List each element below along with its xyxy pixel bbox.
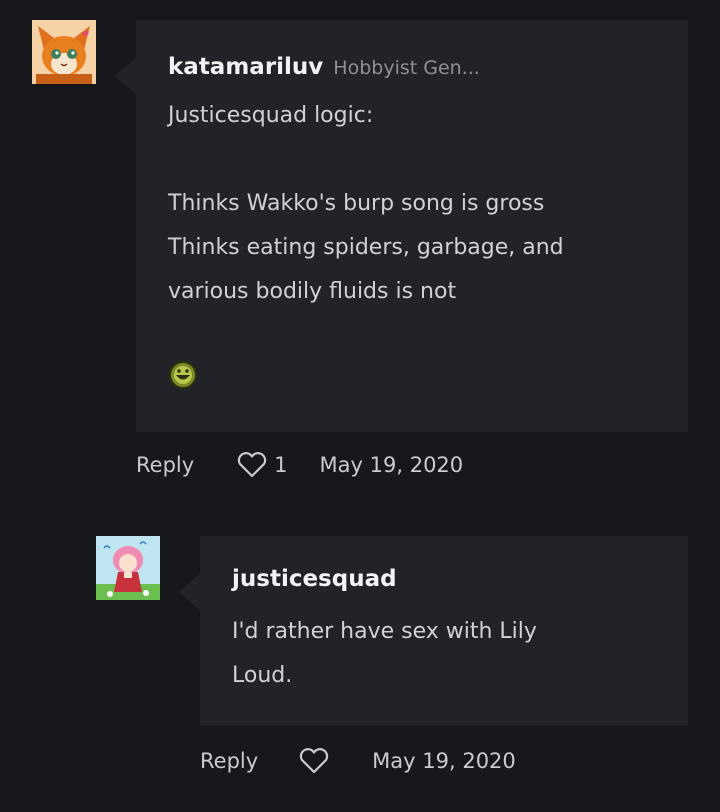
- reply-button[interactable]: Reply: [136, 453, 194, 477]
- user-avatar[interactable]: [32, 20, 96, 84]
- reply-button[interactable]: Reply: [200, 749, 258, 773]
- heart-icon: [298, 747, 330, 775]
- heart-icon: [236, 451, 268, 479]
- comment-header: justicesquad: [232, 566, 397, 592]
- comment-date[interactable]: May 19, 2020: [320, 453, 464, 477]
- orange-fox-avatar-icon: [32, 20, 96, 84]
- comment-header: katamariluv Hobbyist Gen...: [168, 54, 480, 80]
- like-button[interactable]: [298, 747, 330, 775]
- comment-text: Justicesquad logic: Thinks Wakko's burp …: [168, 103, 564, 304]
- comment-footer: Reply 1 May 19, 2020: [136, 450, 463, 480]
- comment-date[interactable]: May 19, 2020: [372, 749, 516, 773]
- pink-haired-girl-avatar-icon: [96, 536, 160, 600]
- like-button[interactable]: 1: [236, 451, 288, 479]
- comment-bubble: justicesquad I'd rather have sex with Li…: [178, 536, 688, 726]
- grinning-green-emoticon-icon: [168, 360, 198, 394]
- user-role: Hobbyist Gen...: [333, 57, 480, 79]
- comment-footer: Reply May 19, 2020: [200, 746, 516, 776]
- comment-text: I'd rather have sex with Lily Loud.: [232, 619, 537, 688]
- like-count: 1: [274, 453, 288, 477]
- user-avatar[interactable]: [96, 536, 160, 600]
- username[interactable]: justicesquad: [232, 566, 397, 592]
- username[interactable]: katamariluv: [168, 54, 323, 80]
- comment-bubble: katamariluv Hobbyist Gen... Justicesquad …: [114, 20, 688, 432]
